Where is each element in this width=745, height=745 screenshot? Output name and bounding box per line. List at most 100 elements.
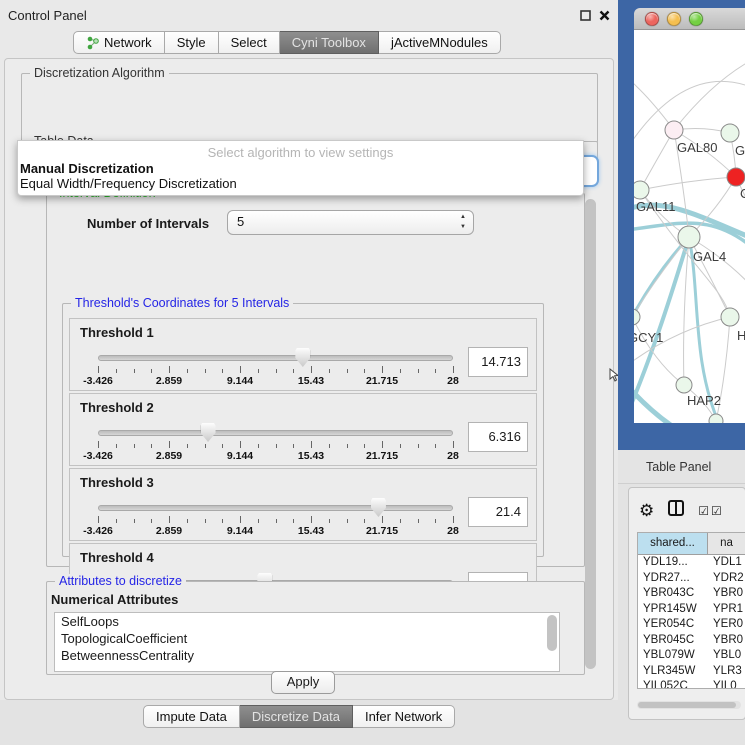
split-columns-icon[interactable] [668, 500, 684, 521]
checkbox-icon[interactable]: ☑ [698, 504, 709, 518]
tick-mark [240, 516, 241, 523]
threshold-label: Threshold 3 [80, 475, 154, 490]
checkbox-icon[interactable]: ☑ [711, 504, 722, 518]
apply-button[interactable]: Apply [271, 671, 335, 694]
float-window-icon[interactable] [580, 8, 591, 26]
window-title: Control Panel [8, 8, 87, 23]
network-edge-highlighted[interactable] [634, 382, 678, 423]
slider-thumb[interactable] [371, 498, 386, 517]
control-panel-tabs: Network StyleSelectCyni Toolbox jActiveMNo… [73, 31, 501, 54]
network-node[interactable] [676, 377, 692, 393]
number-of-intervals-combobox[interactable]: 5 ▲▼ [227, 210, 474, 235]
tab-infer-network[interactable]: Infer Network [353, 705, 455, 728]
slider-ticks [98, 366, 453, 374]
tick-label: 2.859 [156, 375, 182, 387]
tab-label: Discretize Data [252, 709, 340, 724]
tick-mark [276, 519, 277, 523]
network-node[interactable] [721, 308, 739, 326]
slider-track[interactable] [98, 430, 453, 436]
slider-track[interactable] [98, 355, 453, 361]
close-icon[interactable] [599, 8, 610, 26]
threshold-value-field[interactable]: 14.713 [468, 347, 528, 377]
close-traffic-light[interactable] [645, 12, 659, 26]
table-cell: YDR27... [638, 571, 708, 587]
dropdown-option[interactable]: Manual Discretization [18, 161, 583, 176]
network-node[interactable] [721, 124, 739, 142]
network-edge-highlighted[interactable] [634, 237, 689, 317]
tick-mark [116, 444, 117, 448]
tab-network[interactable]: Network [73, 31, 165, 54]
table-row[interactable]: YER054CYER0 [638, 617, 745, 633]
tick-mark [98, 516, 99, 523]
tick-mark [134, 444, 135, 448]
table-cell: YBL0 [708, 648, 745, 664]
tick-mark [222, 444, 223, 448]
node-label: H [737, 328, 745, 343]
tick-mark [205, 369, 206, 373]
table-cell: YDL19... [638, 555, 708, 571]
list-scrollbar[interactable] [547, 615, 557, 651]
network-node[interactable] [727, 168, 745, 186]
tick-mark [311, 516, 312, 523]
network-node[interactable] [634, 309, 640, 325]
table-horizontal-scrollbar[interactable] [637, 701, 741, 709]
column-header[interactable]: na [708, 533, 745, 554]
tick-label: 15.43 [298, 450, 324, 462]
column-header[interactable]: shared... [638, 533, 708, 554]
threshold-label: Threshold 2 [80, 400, 154, 415]
slider-thumb[interactable] [295, 348, 310, 367]
list-item[interactable]: TopologicalCoefficient [55, 630, 559, 647]
slider-thumb[interactable] [201, 423, 216, 442]
numerical-attributes-list[interactable]: SelfLoopsTopologicalCoefficientBetweenne… [54, 612, 560, 672]
tab-jactivemnodules[interactable]: jActiveMNodules [379, 31, 501, 54]
network-node[interactable] [709, 414, 723, 423]
network-edge[interactable] [640, 177, 736, 190]
threshold-value-field[interactable]: 21.4 [468, 497, 528, 527]
tab-impute-data[interactable]: Impute Data [143, 705, 240, 728]
table-row[interactable]: YBR045CYBR0 [638, 633, 745, 649]
tab-label: Network [104, 35, 152, 50]
tick-mark [400, 519, 401, 523]
table-row[interactable]: YDL19...YDL1 [638, 555, 745, 571]
tick-mark [418, 444, 419, 448]
gear-icon[interactable]: ⚙ [639, 502, 654, 519]
table-row[interactable]: YDR27...YDR2 [638, 571, 745, 587]
tab-discretize-data[interactable]: Discretize Data [240, 705, 353, 728]
minimize-traffic-light[interactable] [667, 12, 681, 26]
tab-cyni-toolbox[interactable]: Cyni Toolbox [280, 31, 379, 54]
tick-mark [293, 519, 294, 523]
panel-scrollbar[interactable] [585, 199, 596, 669]
table-row[interactable]: YLR345WYLR3 [638, 664, 745, 680]
tick-label: 9.144 [227, 525, 253, 537]
network-edge[interactable] [640, 130, 674, 190]
tab-style[interactable]: Style [165, 31, 219, 54]
dropdown-option[interactable]: Equal Width/Frequency Discretization [18, 176, 583, 191]
network-node[interactable] [665, 121, 683, 139]
tab-label: jActiveMNodules [391, 35, 488, 50]
network-edge[interactable] [634, 237, 689, 317]
node-label: C [740, 186, 745, 201]
table-row[interactable]: YBL079WYBL0 [638, 648, 745, 664]
network-edge[interactable] [684, 237, 689, 385]
table-cell: YBR0 [708, 633, 745, 649]
slider-track[interactable] [98, 505, 453, 511]
network-node[interactable] [634, 181, 649, 199]
tick-mark [134, 519, 135, 523]
network-node[interactable] [678, 226, 700, 248]
table-toolbar: ⚙ ☑ ☑ [639, 500, 722, 521]
tick-mark [347, 444, 348, 448]
interval-definition-group: Interval Definition Number of Intervals … [46, 193, 585, 567]
network-canvas[interactable]: GAL80GACGAL11GAL4GCY1HHAP2 [634, 30, 745, 423]
table-row[interactable]: YPR145WYPR1 [638, 602, 745, 618]
node-table[interactable]: shared...na YDL19...YDL1YDR27...YDR2YBR0… [637, 532, 745, 689]
list-item[interactable]: SelfLoops [55, 613, 559, 630]
list-item[interactable]: BetweennessCentrality [55, 647, 559, 664]
table-row[interactable]: YBR043CYBR0 [638, 586, 745, 602]
tick-mark [364, 369, 365, 373]
network-edge[interactable] [674, 46, 745, 130]
table-row[interactable]: YIL052CYIL0 [638, 679, 745, 689]
tab-select[interactable]: Select [219, 31, 280, 54]
threshold-value-field[interactable]: 6.316 [468, 422, 528, 452]
zoom-traffic-light[interactable] [689, 12, 703, 26]
tick-mark [151, 519, 152, 523]
